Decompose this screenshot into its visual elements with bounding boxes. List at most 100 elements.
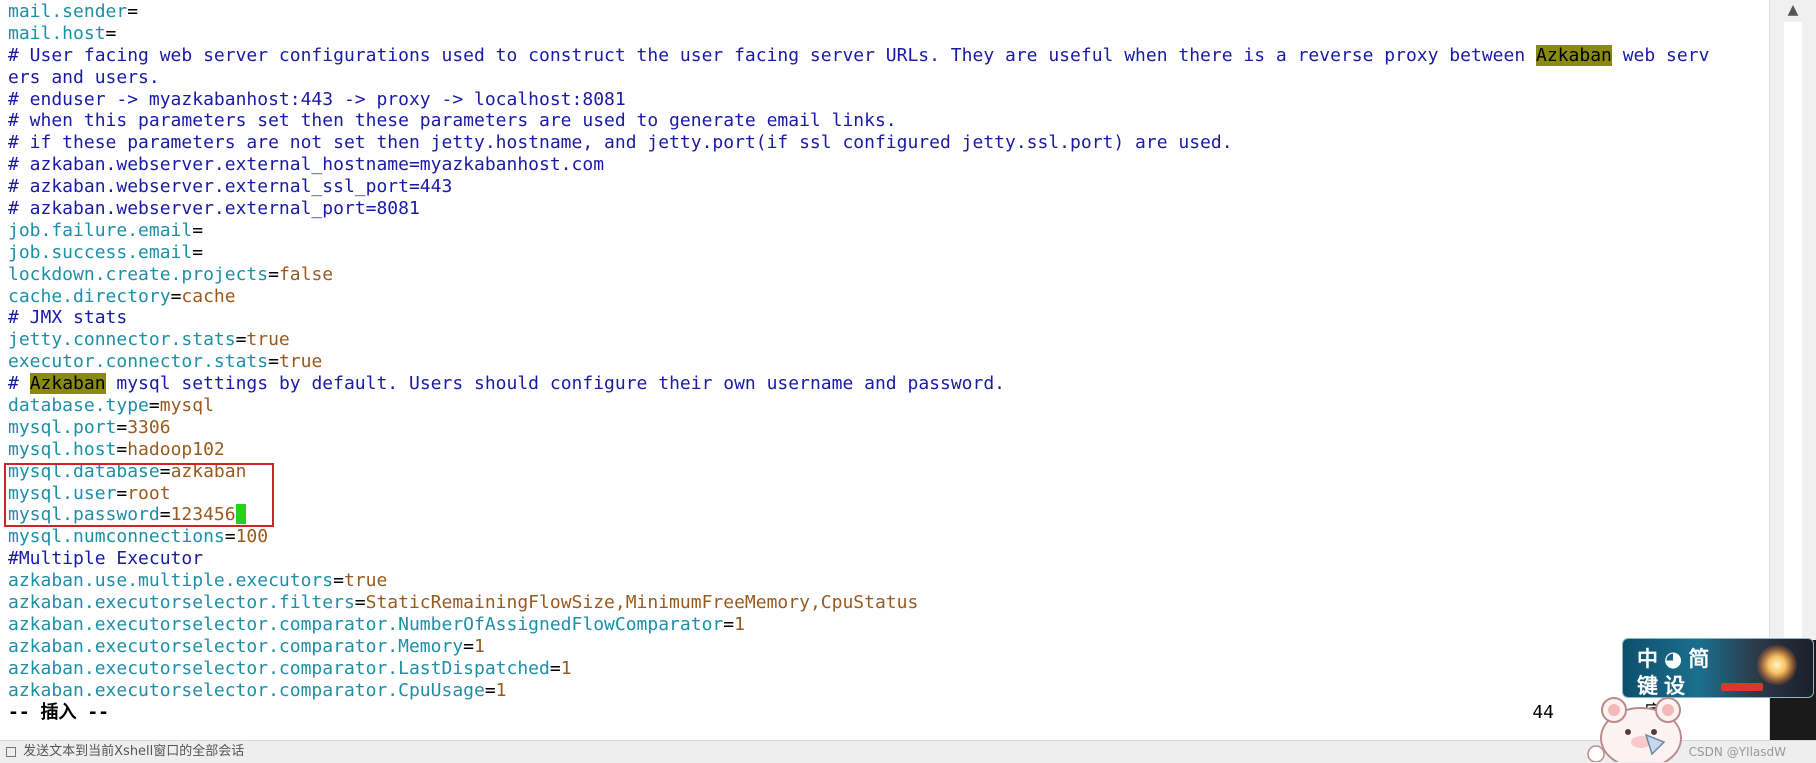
config-key: azkaban.executorselector.filters bbox=[8, 592, 355, 614]
comment-text: # azkaban.webserver.external_hostname=my… bbox=[8, 154, 605, 176]
ime-row-1[interactable]: 中◕简 bbox=[1637, 643, 1715, 673]
editor-line[interactable]: azkaban.executorselector.comparator.CpuU… bbox=[8, 680, 1766, 702]
config-value: 1 bbox=[734, 613, 745, 635]
config-key: jetty.connector.stats bbox=[8, 329, 236, 351]
editor-line[interactable]: mail.host= bbox=[8, 23, 1766, 45]
editor-line[interactable]: database.type=mysql bbox=[8, 395, 1766, 417]
comment-text: ers and users. bbox=[8, 66, 160, 88]
editor-line[interactable]: jetty.connector.stats=true bbox=[8, 329, 1766, 351]
config-key: database.type bbox=[8, 395, 149, 417]
config-value: false bbox=[278, 263, 334, 285]
ime-red-bar bbox=[1721, 683, 1763, 691]
config-key: job.failure.email bbox=[8, 219, 193, 241]
comment-text: # JMX stats bbox=[8, 307, 128, 329]
config-value: mysql bbox=[159, 395, 214, 417]
config-value: 1 bbox=[474, 635, 485, 657]
config-key: azkaban.executorselector.comparator.Last… bbox=[8, 657, 550, 679]
equals-sign: = bbox=[268, 263, 279, 285]
editor-line[interactable]: #Multiple Executor bbox=[8, 548, 1766, 570]
comment-text: # if these parameters are not set then j… bbox=[8, 132, 1233, 154]
comment-text: #Multiple Executor bbox=[8, 548, 204, 570]
editor-line[interactable]: azkaban.executorselector.comparator.Last… bbox=[8, 658, 1766, 680]
equals-sign: = bbox=[333, 570, 344, 592]
editor-line[interactable]: # if these parameters are not set then j… bbox=[8, 132, 1766, 154]
editor-line[interactable]: cache.directory=cache bbox=[8, 286, 1766, 308]
comment-text: # azkaban.webserver.external_port=8081 bbox=[8, 198, 420, 220]
config-value: 3306 bbox=[127, 416, 171, 438]
xshell-statusbar: 发送文本到当前Xshell窗口的全部会话 CSDN @YIlasdW bbox=[0, 740, 1816, 763]
statusbar-text: 发送文本到当前Xshell窗口的全部会话 bbox=[23, 744, 245, 759]
config-key: job.success.email bbox=[8, 241, 193, 263]
equals-sign: = bbox=[463, 635, 474, 657]
comment-text: # azkaban.webserver.external_ssl_port=44… bbox=[8, 176, 453, 198]
editor-line[interactable]: ers and users. bbox=[8, 67, 1766, 89]
editor-line[interactable]: # when this parameters set then these pa… bbox=[8, 110, 1766, 132]
config-key: azkaban.executorselector.comparator.Numb… bbox=[8, 613, 724, 635]
config-value: cache bbox=[181, 285, 236, 307]
editor-line[interactable]: azkaban.executorselector.filters=StaticR… bbox=[8, 592, 1766, 614]
editor-line[interactable]: mysql.port=3306 bbox=[8, 417, 1766, 439]
equals-sign: = bbox=[116, 438, 128, 460]
editor-line[interactable]: lockdown.create.projects=false bbox=[8, 264, 1766, 286]
editor-line[interactable]: # azkaban.webserver.external_port=8081 bbox=[8, 198, 1766, 220]
equals-sign: = bbox=[127, 1, 139, 22]
equals-sign: = bbox=[192, 219, 204, 241]
vim-editor[interactable]: mail.sender= mail.host= # User facing web … bbox=[0, 0, 1770, 740]
vim-mode-line: -- 插入 --44底 bbox=[8, 702, 1766, 724]
comment-text: web serv bbox=[1611, 44, 1710, 66]
equals-sign: = bbox=[116, 416, 128, 438]
comment-text: # bbox=[8, 373, 30, 395]
ime-spark-icon bbox=[1757, 645, 1797, 685]
editor-line[interactable]: azkaban.executorselector.comparator.Memo… bbox=[8, 636, 1766, 658]
config-key: azkaban.use.multiple.executors bbox=[8, 570, 334, 592]
config-key: cache.directory bbox=[8, 285, 171, 307]
config-key: lockdown.create.projects bbox=[8, 263, 269, 285]
editor-line[interactable]: mail.sender= bbox=[8, 1, 1766, 23]
equals-sign: = bbox=[268, 351, 279, 373]
scroll-up-arrow-icon[interactable]: ▲ bbox=[1770, 2, 1816, 18]
search-highlight: Azkaban bbox=[29, 373, 106, 395]
comment-text: # when this parameters set then these pa… bbox=[8, 110, 897, 132]
search-highlight: Azkaban bbox=[1536, 44, 1612, 66]
config-key: executor.connector.stats bbox=[8, 351, 269, 373]
equals-sign: = bbox=[723, 613, 735, 635]
config-value: 1 bbox=[560, 657, 572, 679]
editor-line[interactable]: azkaban.use.multiple.executors=true bbox=[8, 570, 1766, 592]
editor-line[interactable]: # Azkaban mysql settings by default. Use… bbox=[8, 373, 1766, 395]
csdn-watermark: CSDN @YIlasdW bbox=[1688, 745, 1786, 759]
config-value: true bbox=[246, 329, 290, 351]
config-value: true bbox=[278, 351, 323, 373]
editor-line[interactable]: mysql.numconnections=100 bbox=[8, 526, 1766, 548]
editor-line[interactable]: # JMX stats bbox=[8, 307, 1766, 329]
editor-line[interactable]: job.failure.email= bbox=[8, 220, 1766, 242]
scroll-thumb[interactable] bbox=[1784, 22, 1802, 642]
config-key: mysql.port bbox=[8, 416, 117, 438]
equals-sign: = bbox=[105, 22, 117, 44]
equals-sign: = bbox=[354, 592, 366, 614]
editor-line[interactable]: azkaban.executorselector.comparator.Numb… bbox=[8, 614, 1766, 636]
editor-line[interactable]: job.success.email= bbox=[8, 242, 1766, 264]
config-key: mail.sender bbox=[8, 1, 128, 22]
editor-line[interactable]: # azkaban.webserver.external_hostname=my… bbox=[8, 154, 1766, 176]
editor-line[interactable]: # enduser -> myazkabanhost:443 -> proxy … bbox=[8, 89, 1766, 111]
config-key: mail.host bbox=[8, 22, 106, 44]
editor-line[interactable]: mysql.host=hadoop102 bbox=[8, 439, 1766, 461]
equals-sign: = bbox=[484, 679, 496, 701]
annotation-red-box bbox=[4, 463, 274, 527]
equals-sign: = bbox=[170, 285, 182, 307]
config-value: true bbox=[343, 570, 388, 592]
scrollbar[interactable]: ▲ bbox=[1769, 0, 1816, 740]
config-value: hadoop102 bbox=[127, 438, 225, 460]
editor-line[interactable]: # azkaban.webserver.external_ssl_port=44… bbox=[8, 176, 1766, 198]
config-key: mysql.host bbox=[8, 438, 117, 460]
cursor-position: 44 bbox=[1532, 701, 1554, 723]
equals-sign: = bbox=[192, 241, 204, 263]
config-value: 1 bbox=[495, 679, 507, 701]
editor-line[interactable]: executor.connector.stats=true bbox=[8, 351, 1766, 373]
editor-line[interactable]: # User facing web server configurations … bbox=[8, 44, 1766, 67]
status-icon[interactable] bbox=[6, 746, 16, 757]
mascot-icon bbox=[1587, 697, 1682, 762]
config-key: azkaban.executorselector.comparator.Memo… bbox=[8, 635, 464, 657]
comment-text: # enduser -> myazkabanhost:443 -> proxy … bbox=[8, 88, 626, 110]
equals-sign: = bbox=[148, 395, 160, 417]
